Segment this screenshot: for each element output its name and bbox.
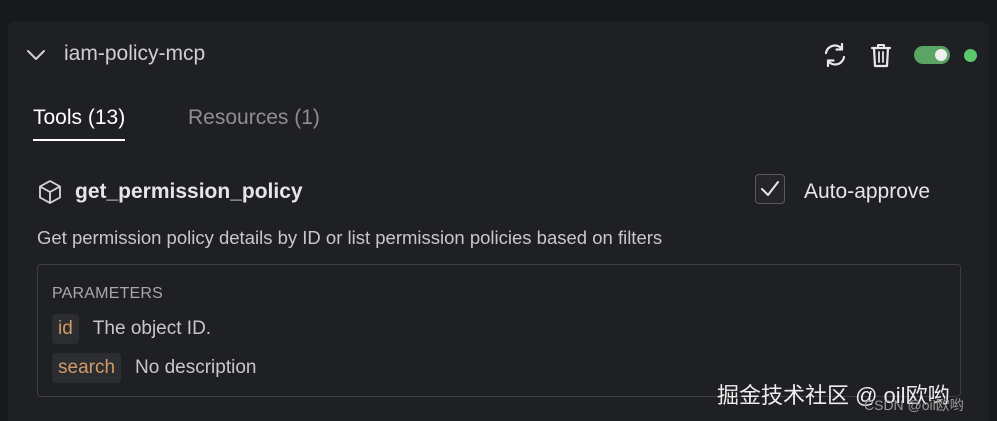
chevron-down-icon[interactable] [25,46,47,64]
param-name: search [52,353,122,383]
param-row: id The object ID. [52,313,211,345]
check-icon [761,181,779,196]
auto-approve-label[interactable]: Auto-approve [804,180,930,204]
tab-tools[interactable]: Tools (13) [33,106,126,141]
status-indicator [964,48,977,62]
server-actions [820,40,977,70]
cube-icon [37,179,63,205]
enable-toggle[interactable] [914,46,950,64]
tool-header: get_permission_policy Auto-approve [37,174,957,215]
param-description: The object ID. [92,318,212,339]
tool-description: Get permission policy details by ID or l… [37,227,663,248]
server-header: iam-policy-mcp [8,22,989,88]
param-name: id [52,314,79,344]
auto-approve-checkbox[interactable] [755,174,785,204]
refresh-icon[interactable] [820,40,850,70]
param-row: search No description [52,352,256,384]
mcp-server-panel: iam-policy-mcp Tools (13) Resources (1) … [8,22,989,421]
trash-icon[interactable] [866,40,896,70]
server-name: iam-policy-mcp [64,42,206,65]
csdn-watermark: CSDN @oil欧哟 [864,397,964,413]
parameters-title: PARAMETERS [52,285,164,302]
toggle-knob [935,49,947,61]
param-description: No description [135,357,257,378]
tool-name: get_permission_policy [75,180,303,203]
tab-resources[interactable]: Resources (1) [188,106,320,139]
